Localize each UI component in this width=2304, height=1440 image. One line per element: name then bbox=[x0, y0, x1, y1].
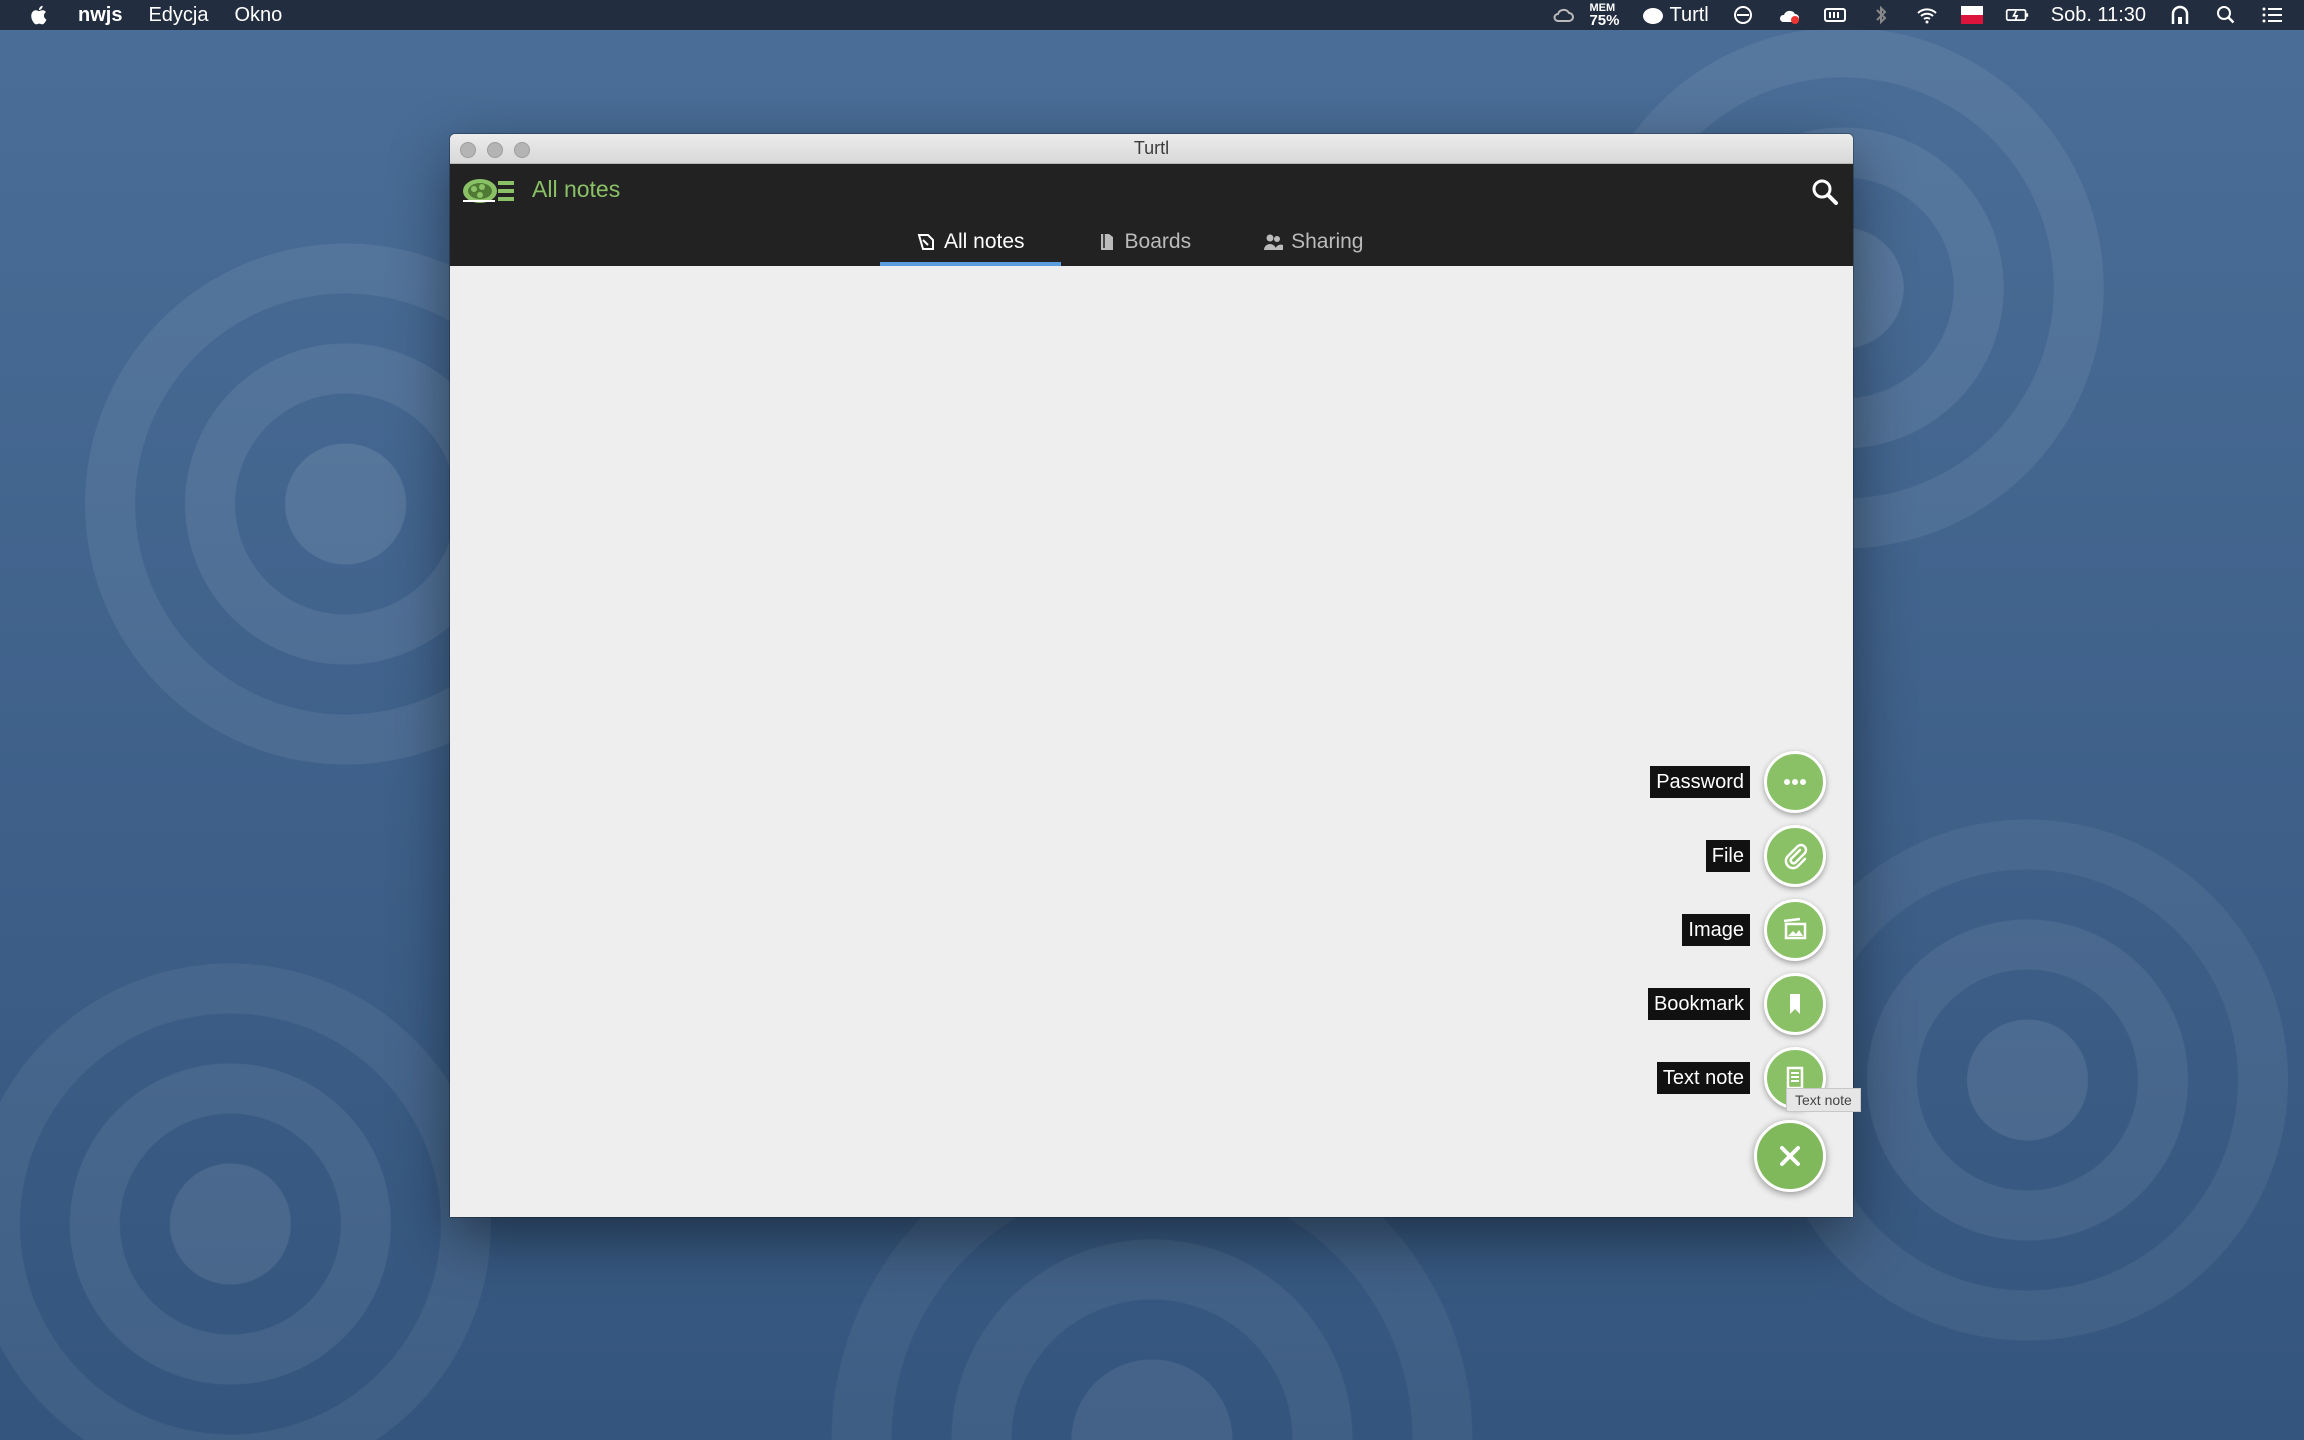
tab-sharing[interactable]: Sharing bbox=[1227, 218, 1399, 266]
menu-bar: nwjs Edycja Okno MEM 75% Turtl Sob. 11:3… bbox=[0, 0, 2304, 30]
turtl-logo-icon[interactable] bbox=[460, 171, 516, 211]
sync-icon[interactable] bbox=[1731, 4, 1755, 26]
turtl-status-item[interactable]: Turtl bbox=[1641, 3, 1709, 27]
tab-boards[interactable]: Boards bbox=[1061, 218, 1228, 266]
more-icon bbox=[1784, 779, 1806, 785]
search-icon[interactable] bbox=[1811, 178, 1839, 206]
input-source-flag-icon[interactable] bbox=[1960, 6, 1983, 24]
fab-label-password[interactable]: Password bbox=[1650, 766, 1750, 798]
add-bookmark-button[interactable] bbox=[1764, 973, 1826, 1035]
paperclip-icon bbox=[1784, 843, 1808, 870]
notification-center-icon[interactable] bbox=[2260, 4, 2284, 26]
fab-item-text-note[interactable]: Text note bbox=[1550, 1047, 1826, 1109]
fab-item-file[interactable]: File bbox=[1550, 825, 1826, 887]
close-window-button[interactable] bbox=[460, 142, 476, 158]
clock[interactable]: Sob. 11:30 bbox=[2051, 4, 2146, 27]
tab-all-notes[interactable]: All notes bbox=[880, 218, 1061, 266]
add-image-button[interactable] bbox=[1764, 899, 1826, 961]
close-fab-menu-button[interactable] bbox=[1754, 1120, 1826, 1192]
battery-icon[interactable] bbox=[2005, 4, 2029, 26]
menu-app-name[interactable]: nwjs bbox=[78, 4, 122, 27]
menu-edit[interactable]: Edycja bbox=[148, 4, 208, 27]
window-controls bbox=[460, 142, 530, 158]
fab-label-text-note[interactable]: Text note bbox=[1656, 1062, 1750, 1094]
fab-label-image[interactable]: Image bbox=[1682, 914, 1750, 946]
minimize-window-button[interactable] bbox=[487, 142, 503, 158]
image-icon bbox=[1783, 917, 1807, 940]
fab-item-image[interactable]: Image bbox=[1550, 899, 1826, 961]
tab-label: All notes bbox=[944, 230, 1025, 253]
boards-icon bbox=[1100, 234, 1113, 250]
user-icon[interactable] bbox=[2168, 4, 2192, 26]
apple-icon[interactable] bbox=[28, 4, 48, 26]
memory-indicator[interactable]: MEM 75% bbox=[1589, 2, 1620, 29]
app-header: All notes All notes Boards Sharing bbox=[450, 164, 1853, 266]
tab-label: Sharing bbox=[1291, 230, 1364, 253]
sharing-icon bbox=[1264, 234, 1284, 250]
app-window: Turtl All notes All notes Boards Sharing… bbox=[450, 134, 1861, 1217]
page-title: All notes bbox=[532, 176, 621, 202]
add-file-button[interactable] bbox=[1764, 825, 1826, 887]
fab-item-password[interactable]: Password bbox=[1550, 751, 1826, 813]
spotlight-icon[interactable] bbox=[2214, 4, 2238, 26]
battery-widget-icon[interactable] bbox=[1823, 4, 1847, 26]
tooltip: Text note bbox=[1786, 1088, 1861, 1112]
tab-label: Boards bbox=[1124, 230, 1192, 253]
fab-item-bookmark[interactable]: Bookmark bbox=[1550, 973, 1826, 1035]
cloud-upload-icon[interactable] bbox=[1777, 4, 1801, 26]
turtl-status-label: Turtl bbox=[1669, 3, 1709, 26]
zoom-window-button[interactable] bbox=[514, 142, 530, 158]
mem-value: 75% bbox=[1589, 11, 1620, 29]
creative-cloud-icon[interactable] bbox=[1551, 4, 1575, 26]
turtl-icon bbox=[1643, 8, 1664, 24]
menu-window[interactable]: Okno bbox=[234, 4, 282, 27]
main-tabs: All notes Boards Sharing bbox=[880, 218, 1399, 266]
bluetooth-icon[interactable] bbox=[1869, 4, 1893, 26]
add-password-button[interactable] bbox=[1764, 751, 1826, 813]
window-title: Turtl bbox=[1133, 138, 1170, 158]
window-titlebar[interactable]: Turtl bbox=[450, 134, 1853, 164]
wifi-icon[interactable] bbox=[1915, 4, 1939, 26]
close-icon bbox=[1780, 1146, 1800, 1166]
bookmark-icon bbox=[1790, 994, 1800, 1014]
fab-label-bookmark[interactable]: Bookmark bbox=[1647, 988, 1750, 1020]
notes-icon bbox=[917, 234, 934, 250]
fab-label-file[interactable]: File bbox=[1705, 840, 1750, 872]
